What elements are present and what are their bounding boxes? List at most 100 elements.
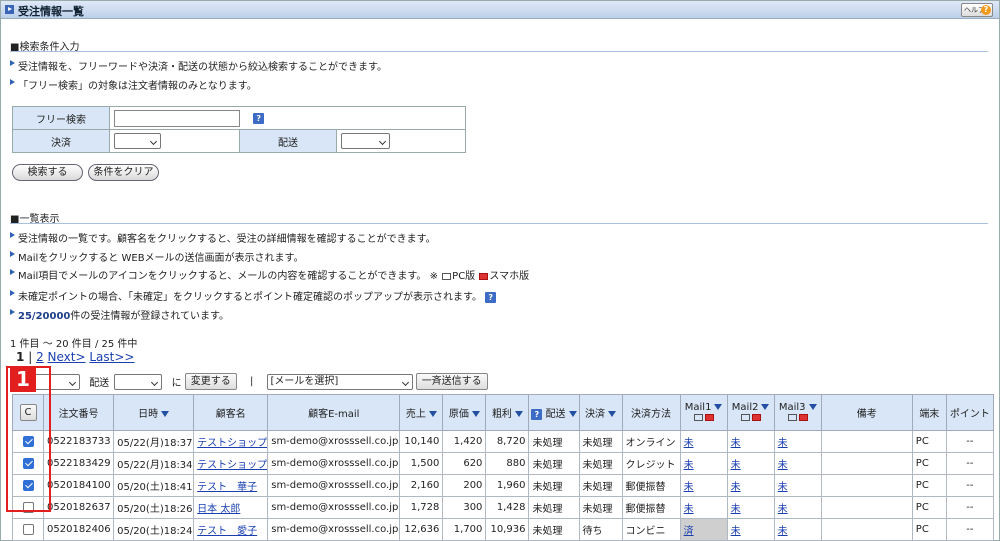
search-form: フリー検索 ? 決済 配送 [12, 106, 466, 153]
mail3-link[interactable]: 未 [778, 504, 788, 515]
search-button[interactable]: 検索する [12, 164, 83, 181]
customer-email: sm-demo@xrosssell.co.jp [271, 480, 399, 491]
mail-template-select[interactable]: [メールを選択] [266, 373, 413, 390]
sort-arrow-icon[interactable] [514, 411, 523, 417]
list-note-3-text: Mail項目でメールのアイコンをクリックすると、メールの内容を確認することができ… [18, 271, 438, 282]
mail2-link[interactable]: 未 [731, 482, 741, 493]
mail3-link[interactable]: 未 [778, 526, 788, 537]
customer-link[interactable]: テストショップ [197, 438, 267, 449]
mail2-link[interactable]: 未 [731, 526, 741, 537]
list-note-4: 未確定ポイントの場合、「未確定」をクリックするとポイント確定確認のポップアップが… [9, 288, 497, 303]
step-badge: 1 [10, 366, 36, 392]
mail1-link[interactable]: 未 [684, 504, 694, 515]
payment-label: 決済 [12, 129, 110, 153]
order-date: 05/22(月)18:37 [117, 438, 193, 449]
customer-link[interactable]: テスト 華子 [197, 482, 257, 493]
order-date: 05/20(土)18:26 [117, 504, 193, 515]
customer-email: sm-demo@xrosssell.co.jp [271, 502, 399, 513]
free-search-input[interactable] [114, 109, 240, 127]
smartphone-mail-icon [704, 414, 714, 421]
point-help-icon[interactable]: ? [485, 291, 497, 303]
col-mail1[interactable]: Mail1 [679, 394, 728, 431]
mail3-link[interactable]: 未 [778, 438, 788, 449]
col-sales[interactable]: 売上 [399, 394, 444, 431]
mail1-link[interactable]: 未 [684, 438, 694, 449]
sort-arrow-icon[interactable] [714, 403, 723, 410]
smartphone-mail-icon [751, 414, 761, 421]
col-profit[interactable]: 粗利 [485, 394, 530, 431]
bulk-delivery-select[interactable] [114, 373, 163, 390]
points: -- [966, 436, 974, 447]
customer-link[interactable]: テスト 愛子 [197, 526, 257, 537]
cost-value: 200 [463, 480, 483, 491]
profit-value: 880 [506, 458, 526, 469]
pager-page-2[interactable]: 2 [36, 350, 44, 364]
mail1-link[interactable]: 未 [684, 482, 694, 493]
customer-link[interactable]: 日本 太郎 [197, 504, 240, 515]
points: -- [966, 502, 974, 513]
mail2-link[interactable]: 未 [731, 438, 741, 449]
sort-arrow-icon[interactable] [608, 411, 617, 417]
col-mail1-label: Mail1 [684, 401, 712, 413]
delivery-select[interactable] [341, 133, 390, 149]
col-cost-label: 原価 [448, 409, 469, 420]
bulk-change-button[interactable]: 変更する [184, 373, 237, 390]
col-profit-label: 粗利 [491, 409, 512, 420]
device: PC [915, 480, 929, 491]
sort-arrow-icon[interactable] [568, 411, 577, 417]
mail1-link[interactable]: 済 [684, 526, 694, 537]
points: -- [966, 458, 974, 469]
col-date[interactable]: 日時 [113, 394, 195, 431]
mail1-link[interactable]: 未 [684, 460, 694, 471]
search-section-divider [10, 51, 988, 52]
pc-label: PC版 [452, 271, 476, 282]
table-row: 0520182406 05/20(土)18:24 テスト 愛子 sm-demo@xro… [11, 518, 995, 541]
title-bar: 受注情報一覧 ヘルプ? [1, 1, 999, 19]
sort-arrow-icon[interactable] [471, 411, 480, 417]
free-search-help-icon[interactable]: ? [253, 112, 265, 124]
profit-value: 1,428 [496, 502, 526, 513]
pc-mail-icon [740, 414, 750, 421]
col-delivery[interactable]: ? 配送 [528, 394, 580, 431]
col-remarks: 備考 [820, 394, 913, 431]
payment-select[interactable] [114, 133, 161, 149]
payment-status: 未処理 [582, 438, 613, 449]
payment-method: コンビニ [625, 526, 666, 537]
col-payment[interactable]: 決済 [578, 394, 623, 431]
table-row: 0520182637 05/20(土)18:26 日本 太郎 sm-demo@xros… [11, 496, 995, 519]
pager-last[interactable]: Last>> [89, 350, 134, 364]
pager-current: 1 [16, 350, 25, 364]
bulk-delivery-label: 配送 [89, 378, 110, 389]
mail2-link[interactable]: 未 [731, 460, 741, 471]
sort-arrow-icon[interactable] [808, 403, 817, 410]
order-date: 05/20(土)18:24 [117, 526, 193, 537]
device: PC [915, 458, 929, 469]
customer-email: sm-demo@xrosssell.co.jp [271, 524, 399, 535]
delivery-status: 未処理 [532, 504, 563, 515]
customer-link[interactable]: テストショップ [197, 460, 267, 471]
order-number: 0520182637 [47, 502, 111, 513]
delivery-help-icon[interactable]: ? [531, 408, 543, 420]
col-cost[interactable]: 原価 [442, 394, 487, 431]
sort-arrow-icon[interactable] [761, 403, 770, 410]
cost-value: 620 [463, 458, 483, 469]
col-mail3[interactable]: Mail3 [773, 394, 822, 431]
sales-value: 1,500 [410, 458, 440, 469]
help-button[interactable]: ヘルプ? [961, 3, 993, 17]
row-checkbox[interactable] [22, 523, 34, 535]
search-note-2: 「フリー検索」の対象は注文者情報のみとなります。 [10, 77, 257, 92]
sales-value: 10,140 [404, 436, 440, 447]
sort-arrow-icon[interactable] [428, 411, 437, 417]
pager-next[interactable]: Next> [48, 350, 86, 364]
mail3-link[interactable]: 未 [778, 460, 788, 471]
mail2-link[interactable]: 未 [731, 504, 741, 515]
profit-value: 10,936 [490, 524, 526, 535]
sort-arrow-icon[interactable] [161, 411, 170, 417]
payment-status: 未処理 [582, 460, 613, 471]
col-mail2[interactable]: Mail2 [726, 394, 775, 431]
title-arrow-icon [5, 5, 14, 14]
mail3-link[interactable]: 未 [778, 482, 788, 493]
bulk-send-button[interactable]: 一斉送信する [415, 373, 488, 390]
order-number: 0522183733 [47, 436, 111, 447]
clear-button[interactable]: 条件をクリア [88, 164, 159, 181]
